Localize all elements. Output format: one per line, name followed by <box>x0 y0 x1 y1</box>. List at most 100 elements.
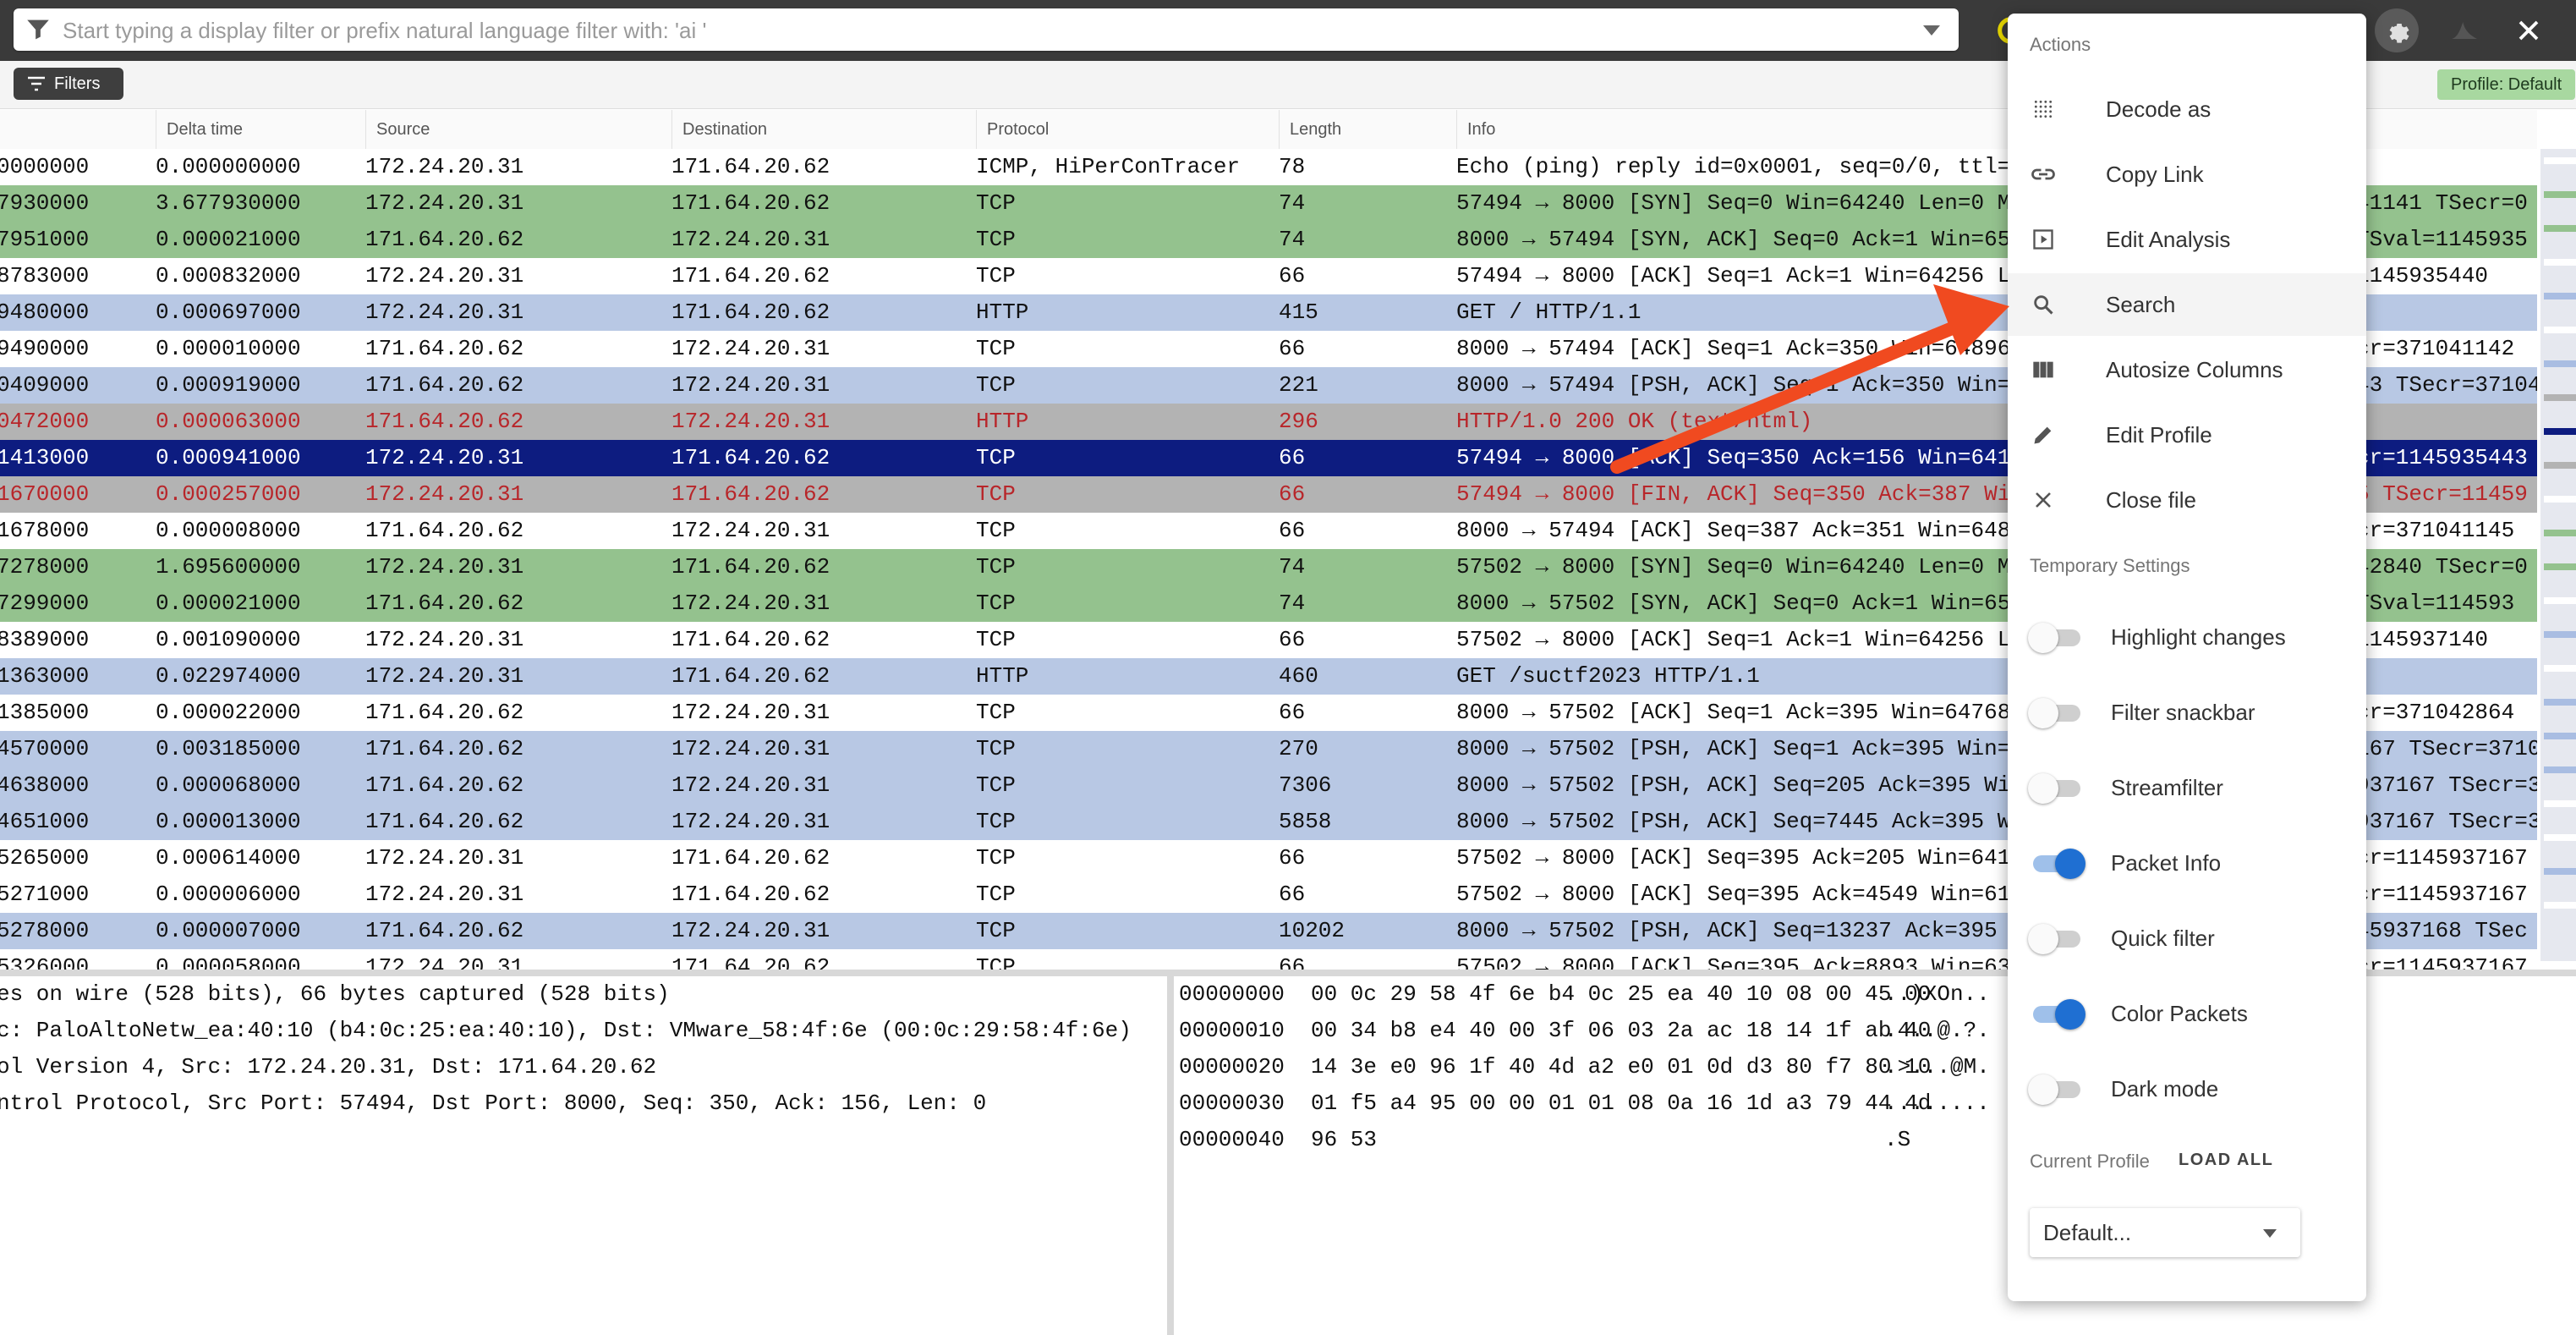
minimap-mark <box>2544 699 2576 706</box>
column-header-delta[interactable]: Delta time <box>156 110 365 149</box>
cell-dst: 172.24.20.31 <box>671 409 830 434</box>
cell-len: 66 <box>1279 263 1306 288</box>
cell-info-tail: TSval=1145935 <box>2356 227 2528 252</box>
hex-bytes[interactable]: 96 53 <box>1311 1122 1377 1158</box>
hex-bytes[interactable]: 14 3e e0 96 1f 40 4d a2 e0 01 0d d3 80 f… <box>1311 1049 1931 1085</box>
cell-info: 57494 → 8000 [ACK] Seq=1 Ack=1 Win=64256… <box>1456 263 2024 288</box>
hex-bytes[interactable]: 00 34 b8 e4 40 00 3f 06 03 2a ac 18 14 1… <box>1311 1013 1931 1049</box>
cell-info-tail: TSval=114593 <box>2356 591 2515 616</box>
hex-bytes[interactable]: 00 0c 29 58 4f 6e b4 0c 25 ea 40 10 08 0… <box>1311 976 1931 1013</box>
detail-frame[interactable]: es on wire (528 bits), 66 bytes captured… <box>0 976 670 1013</box>
hex-ascii[interactable]: ..)XOn.. <box>1884 976 1990 1013</box>
cell-len: 66 <box>1279 336 1306 361</box>
minimap-mark <box>2544 665 2576 672</box>
toggle-filter-snackbar[interactable]: Filter snackbar <box>2008 681 2366 744</box>
toggle-quick-filter[interactable]: Quick filter <box>2008 907 2366 970</box>
toggle-color-packets[interactable]: Color Packets <box>2008 982 2366 1045</box>
profile-badge[interactable]: Profile: Default <box>2437 69 2576 100</box>
menu-item-search[interactable]: Search <box>2008 273 2366 336</box>
hex-ascii[interactable]: .S <box>1884 1122 1910 1158</box>
cell-no: 4638000 <box>0 772 90 798</box>
cell-delta: 0.000013000 <box>156 809 301 834</box>
cell-no: 1363000 <box>0 663 90 689</box>
cell-no: 5265000 <box>0 845 90 871</box>
link-icon <box>2030 161 2057 188</box>
minimap-mark <box>2544 191 2576 198</box>
detail-tcp[interactable]: ntrol Protocol, Src Port: 57494, Dst Por… <box>0 1085 986 1122</box>
minimap-mark <box>2544 157 2576 164</box>
profile-select[interactable]: Default... <box>2030 1208 2300 1257</box>
cell-len: 74 <box>1279 227 1306 252</box>
cell-len: 66 <box>1279 627 1306 652</box>
menu-item-close-file[interactable]: Close file <box>2008 469 2366 531</box>
cell-info-tail: cr=1145937167 <box>2356 882 2528 907</box>
cell-info: 57502 → 8000 [ACK] Seq=395 Ack=8893 Win=… <box>1456 954 2011 970</box>
filters-button-label: Filters <box>54 74 101 93</box>
display-filter-box[interactable] <box>14 8 1959 51</box>
cell-dst: 172.24.20.31 <box>671 700 830 725</box>
close-window-icon[interactable] <box>2507 8 2551 52</box>
toggle-streamfilter[interactable]: Streamfilter <box>2008 756 2366 819</box>
column-header-source[interactable]: Source <box>365 110 671 149</box>
cell-info: GET / HTTP/1.1 <box>1456 299 1642 325</box>
cell-info: 8000 → 57494 [PSH, ACK] Seq=1 Ack=350 Wi… <box>1456 372 2024 398</box>
menu-item-label: Copy Link <box>2106 161 2204 187</box>
cell-no: 9480000 <box>0 299 90 325</box>
menu-item-decode-as[interactable]: Decode as <box>2008 78 2366 140</box>
cell-src: 172.24.20.31 <box>365 663 524 689</box>
column-header-protocol[interactable]: Protocol <box>976 110 1279 149</box>
cell-proto: TCP <box>976 736 1016 761</box>
menu-item-copy-link[interactable]: Copy Link <box>2008 143 2366 206</box>
load-all-button[interactable]: LOAD ALL <box>2179 1151 2273 1170</box>
minimap-mark <box>2544 766 2576 773</box>
hex-ascii[interactable]: .4..@.?. <box>1884 1013 1990 1049</box>
minimap-mark <box>2544 259 2576 266</box>
cell-len: 66 <box>1279 700 1306 725</box>
minimap-mark <box>2544 462 2576 469</box>
packet-details-pane: es on wire (528 bits), 66 bytes captured… <box>0 976 1174 1335</box>
cell-src: 171.64.20.62 <box>365 518 524 543</box>
toggle-label: Streamfilter <box>2111 775 2223 800</box>
cell-info: 57502 → 8000 [ACK] Seq=395 Ack=4549 Win=… <box>1456 882 2024 907</box>
filters-button[interactable]: Filters <box>14 68 123 100</box>
hex-bytes[interactable]: 01 f5 a4 95 00 00 01 01 08 0a 16 1d a3 7… <box>1311 1085 1931 1122</box>
cell-no: 1670000 <box>0 481 90 507</box>
shark-fin-icon[interactable] <box>2442 8 2486 52</box>
cell-dst: 172.24.20.31 <box>671 591 830 616</box>
hex-ascii[interactable]: ........ <box>1884 1085 1990 1122</box>
cell-no: 5326000 <box>0 954 90 970</box>
toggle-dark-mode[interactable]: Dark mode <box>2008 1058 2366 1120</box>
toggle-highlight-changes[interactable]: Highlight changes <box>2008 606 2366 668</box>
column-header-info[interactable]: Info <box>1456 110 2537 149</box>
cell-proto: TCP <box>976 700 1016 725</box>
detail-ethernet[interactable]: c: PaloAltoNetw_ea:40:10 (b4:0c:25:ea:40… <box>0 1013 1132 1049</box>
cell-info: 8000 → 57502 [ACK] Seq=1 Ack=395 Win=647… <box>1456 700 2011 725</box>
toggle-label: Color Packets <box>2111 1001 2248 1026</box>
column-header-time[interactable] <box>0 110 156 149</box>
cell-info-tail: cr=371041145 <box>2356 518 2515 543</box>
settings-gear-icon[interactable] <box>2375 8 2419 52</box>
cell-proto: TCP <box>976 190 1016 216</box>
toggle-packet-info[interactable]: Packet Info <box>2008 832 2366 894</box>
column-header-destination[interactable]: Destination <box>671 110 976 149</box>
hex-ascii[interactable]: .>...@M. <box>1884 1049 1990 1085</box>
cell-delta: 0.000022000 <box>156 700 301 725</box>
cell-len: 74 <box>1279 190 1306 216</box>
cell-no: 8389000 <box>0 627 90 652</box>
menu-item-autosize-columns[interactable]: Autosize Columns <box>2008 338 2366 401</box>
cell-dst: 172.24.20.31 <box>671 736 830 761</box>
profile-select-value: Default... <box>2043 1220 2132 1245</box>
cell-proto: TCP <box>976 554 1016 580</box>
packet-minimap-scrollbar[interactable] <box>2540 149 2576 961</box>
filter-history-dropdown-icon[interactable] <box>1923 25 1940 36</box>
cell-dst: 171.64.20.62 <box>671 882 830 907</box>
cell-info: 57502 → 8000 [ACK] Seq=395 Ack=205 Win=6… <box>1456 845 2024 871</box>
display-filter-input[interactable] <box>61 12 1925 49</box>
minimap-mark <box>2544 834 2576 841</box>
cell-len: 74 <box>1279 591 1306 616</box>
detail-ip[interactable]: ol Version 4, Src: 172.24.20.31, Dst: 17… <box>0 1049 656 1085</box>
cell-src: 172.24.20.31 <box>365 882 524 907</box>
menu-item-edit-profile[interactable]: Edit Profile <box>2008 404 2366 466</box>
column-header-length[interactable]: Length <box>1279 110 1456 149</box>
menu-item-edit-analysis[interactable]: Edit Analysis <box>2008 208 2366 271</box>
